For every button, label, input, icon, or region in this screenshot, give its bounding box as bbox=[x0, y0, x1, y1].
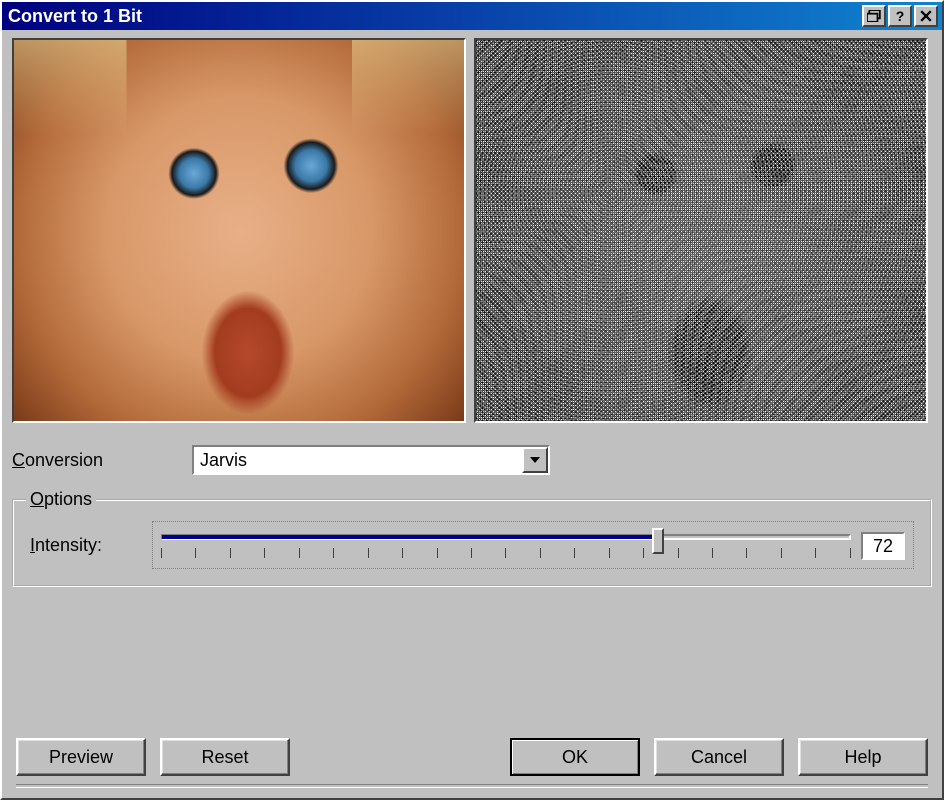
slider-thumb[interactable] bbox=[652, 528, 664, 554]
slider-ticks bbox=[161, 548, 851, 560]
conversion-value: Jarvis bbox=[194, 447, 522, 473]
titlebar[interactable]: Convert to 1 Bit ? bbox=[2, 2, 942, 30]
window-title: Convert to 1 Bit bbox=[8, 6, 862, 27]
conversion-label: Conversion bbox=[12, 450, 192, 471]
preview-button[interactable]: Preview bbox=[16, 738, 146, 776]
chevron-down-icon[interactable] bbox=[522, 447, 548, 473]
divider bbox=[16, 784, 928, 788]
original-preview bbox=[12, 38, 466, 423]
slider-fill bbox=[162, 535, 659, 539]
intensity-slider[interactable] bbox=[161, 528, 851, 564]
intensity-label: Intensity: bbox=[30, 535, 140, 556]
intensity-value[interactable]: 72 bbox=[861, 532, 905, 560]
cancel-button[interactable]: Cancel bbox=[654, 738, 784, 776]
conversion-combo[interactable]: Jarvis bbox=[192, 445, 550, 475]
conversion-row: Conversion Jarvis bbox=[12, 445, 932, 475]
reset-button[interactable]: Reset bbox=[160, 738, 290, 776]
options-group: Options Intensity: 72 bbox=[12, 499, 932, 587]
restore-icon[interactable] bbox=[862, 5, 886, 27]
intensity-row: Intensity: 72 bbox=[30, 521, 914, 569]
dialog-window: Convert to 1 Bit ? Conversion Jarvis bbox=[0, 0, 944, 800]
intensity-control: 72 bbox=[152, 521, 914, 569]
result-preview bbox=[474, 38, 928, 423]
close-icon[interactable] bbox=[914, 5, 938, 27]
ok-button[interactable]: OK bbox=[510, 738, 640, 776]
titlebar-buttons: ? bbox=[862, 5, 938, 27]
help-icon[interactable]: ? bbox=[888, 5, 912, 27]
options-group-label: Options bbox=[26, 489, 96, 510]
preview-panes bbox=[12, 38, 932, 423]
help-button[interactable]: Help bbox=[798, 738, 928, 776]
button-bar: Preview Reset OK Cancel Help bbox=[12, 732, 932, 780]
